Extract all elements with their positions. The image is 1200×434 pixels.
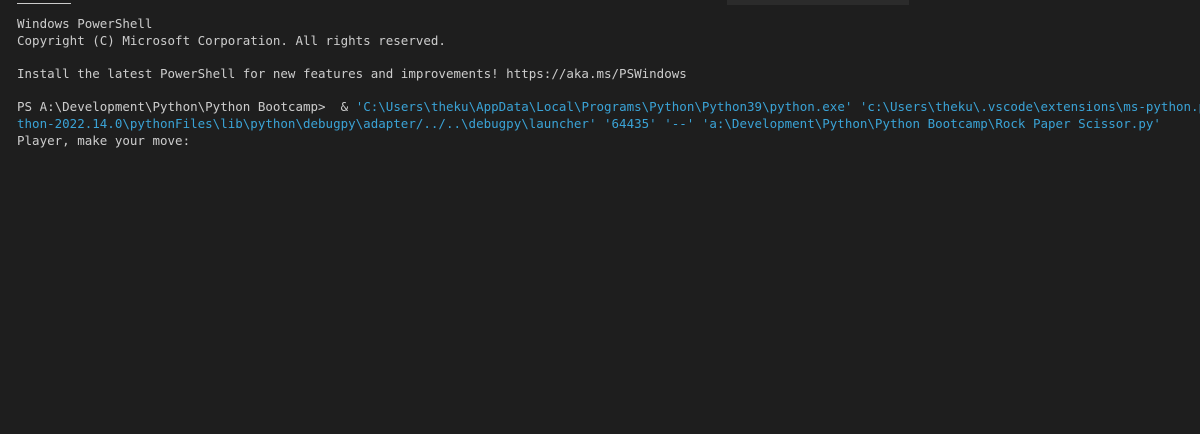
shell-prompt: PS A:\Development\Python\Python Bootcamp… (17, 99, 326, 114)
install-notice: Install the latest PowerShell for new fe… (17, 66, 687, 81)
command-line: PS A:\Development\Python\Python Bootcamp… (17, 98, 1200, 115)
command-args-part2: thon-2022.14.0\pythonFiles\lib\python\de… (17, 116, 1161, 131)
call-operator: & (340, 99, 349, 114)
program-output: Player, make your move: (17, 133, 191, 148)
terminal-scrollbar[interactable] (727, 0, 909, 5)
header-title: Windows PowerShell (17, 16, 153, 31)
command-args-part1: 'C:\Users\theku\AppData\Local\Programs\P… (355, 99, 1200, 114)
active-tab-indicator (17, 3, 71, 4)
copyright-line: Copyright (C) Microsoft Corporation. All… (17, 33, 446, 48)
terminal-panel[interactable]: Windows PowerShell Copyright (C) Microso… (0, 0, 1200, 434)
